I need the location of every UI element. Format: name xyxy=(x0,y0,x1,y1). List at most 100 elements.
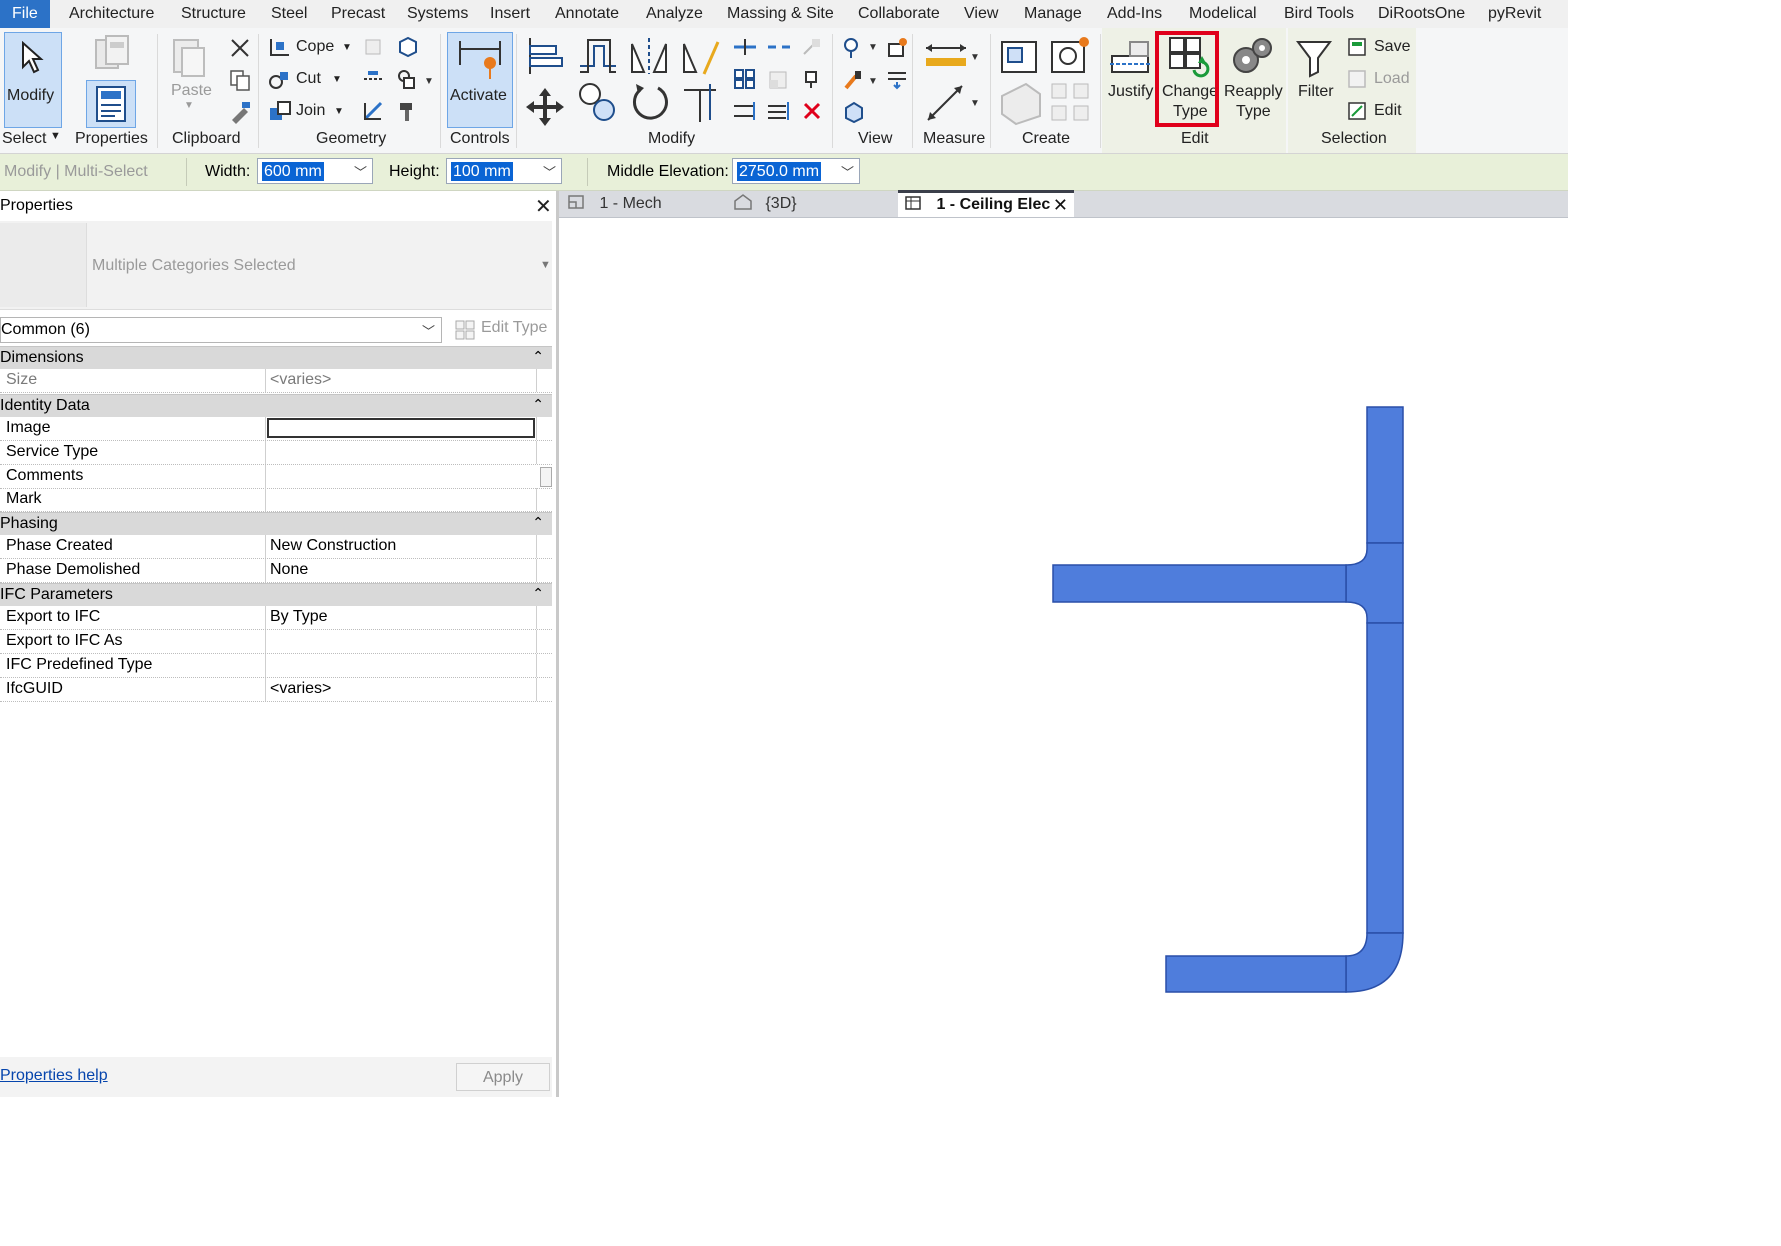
collapse-icon[interactable]: ⌃ xyxy=(532,514,544,531)
duct-segment[interactable] xyxy=(1165,955,1347,993)
property-row[interactable]: Comments xyxy=(0,465,552,489)
offset-icon[interactable] xyxy=(576,36,618,76)
paint-icon[interactable] xyxy=(396,36,418,58)
reapply-type-label-1[interactable]: Reapply xyxy=(1224,83,1283,101)
chevron-down-icon[interactable]: ﹀ xyxy=(354,162,367,181)
property-row[interactable]: Size <varies> xyxy=(0,369,552,393)
trim-corner-icon[interactable] xyxy=(732,100,758,122)
cut-chevron-icon[interactable]: ▼ xyxy=(332,74,342,85)
select-chevron-icon[interactable]: ▼ xyxy=(50,130,61,142)
select-dropdown[interactable]: Select xyxy=(2,130,46,148)
drawing-canvas[interactable] xyxy=(559,218,1568,1097)
group-phasing[interactable]: Phasing ⌃ xyxy=(0,512,552,535)
duct-segment[interactable] xyxy=(1366,622,1404,934)
paste-button[interactable]: Paste xyxy=(171,82,212,100)
width-field[interactable]: 600 mm ﹀ xyxy=(257,158,373,184)
hide-element-icon[interactable]: ▼ xyxy=(842,36,878,60)
duct-tee-fitting[interactable] xyxy=(1345,542,1404,624)
chevron-down-icon[interactable]: ﹀ xyxy=(543,162,556,181)
ellipsis-button[interactable] xyxy=(540,467,552,487)
reapply-type-label-2[interactable]: Type xyxy=(1236,103,1271,121)
menu-precast[interactable]: Precast xyxy=(331,0,385,28)
chevron-down-icon[interactable]: ﹀ xyxy=(841,162,854,181)
menu-modelical[interactable]: Modelical xyxy=(1189,0,1257,28)
menu-annotate[interactable]: Annotate xyxy=(555,0,619,28)
justify-button[interactable]: Justify xyxy=(1108,83,1153,101)
menu-collaborate[interactable]: Collaborate xyxy=(858,0,940,28)
property-row[interactable]: Export to IFC By Type xyxy=(0,606,552,630)
move-icon[interactable] xyxy=(524,86,566,128)
image-input[interactable] xyxy=(267,418,535,438)
property-row[interactable]: Phase Demolished None xyxy=(0,559,552,583)
menu-view[interactable]: View xyxy=(964,0,998,28)
menu-steel[interactable]: Steel xyxy=(271,0,307,28)
menu-structure[interactable]: Structure xyxy=(181,0,246,28)
measure-between-icon[interactable]: ▼ xyxy=(922,36,978,76)
property-row[interactable]: Mark xyxy=(0,488,552,512)
property-row[interactable]: IfcGUID <varies> xyxy=(0,678,552,702)
middle-elevation-field[interactable]: 2750.0 mm ﹀ xyxy=(732,158,860,184)
wall-joins-icon[interactable] xyxy=(362,36,384,58)
collapse-icon[interactable]: ⌃ xyxy=(532,396,544,413)
tab-1-mech[interactable]: 1 - Mech xyxy=(567,191,662,217)
pin-icon[interactable] xyxy=(800,68,826,90)
modify-button[interactable]: Modify xyxy=(4,32,62,128)
load-selection-button[interactable]: Load xyxy=(1374,70,1410,88)
instance-filter-select[interactable]: Common (6) ﹀ xyxy=(0,317,442,343)
save-selection-button[interactable]: Save xyxy=(1374,38,1410,56)
trim-multiple-icon[interactable] xyxy=(766,100,792,122)
property-row[interactable]: Export to IFC As xyxy=(0,630,552,654)
group-identity-data[interactable]: Identity Data ⌃ xyxy=(0,394,552,417)
reapply-type-icon[interactable] xyxy=(1228,34,1276,78)
activate-button[interactable]: Activate xyxy=(447,32,513,128)
tab-1-ceiling-elec[interactable]: 1 - Ceiling Elec ✕ xyxy=(898,190,1074,217)
duct-segment[interactable] xyxy=(1366,406,1404,544)
filter-icon[interactable] xyxy=(1294,38,1334,78)
menu-insert[interactable]: Insert xyxy=(490,0,530,28)
copy-element-icon[interactable] xyxy=(576,80,618,126)
create-parts-icon[interactable] xyxy=(1048,34,1092,76)
rotate-icon[interactable] xyxy=(628,80,670,126)
group-ifc-parameters[interactable]: IFC Parameters ⌃ xyxy=(0,583,552,606)
trim-extend-icon[interactable] xyxy=(680,80,722,126)
chevron-down-icon[interactable]: ▼ xyxy=(540,259,551,271)
duct-elbow-fitting[interactable] xyxy=(1345,932,1404,993)
menu-massing-site[interactable]: Massing & Site xyxy=(727,0,834,28)
linework-brush-icon[interactable]: ▼ xyxy=(842,68,878,92)
paste-chevron-icon[interactable]: ▼ xyxy=(184,100,194,111)
edit-type-button[interactable]: Edit Type xyxy=(481,319,547,337)
split-element-icon[interactable] xyxy=(732,36,758,58)
menu-architecture[interactable]: Architecture xyxy=(69,0,154,28)
unpin-icon[interactable] xyxy=(800,36,826,58)
aligned-dimension-icon[interactable]: ▼ xyxy=(922,80,978,126)
array-icon[interactable] xyxy=(732,68,758,90)
edit-selection-button[interactable]: Edit xyxy=(1374,102,1402,120)
apply-button[interactable]: Apply xyxy=(456,1063,550,1091)
wall-sweep-icon[interactable] xyxy=(362,100,384,122)
mirror-draw-axis-icon[interactable] xyxy=(680,36,722,76)
create-similar-icon[interactable] xyxy=(1048,80,1092,126)
scissors-icon[interactable] xyxy=(228,36,252,60)
menu-file[interactable]: File xyxy=(0,0,50,28)
properties-help-link[interactable]: Properties help xyxy=(0,1067,108,1085)
property-row[interactable]: Service Type xyxy=(0,441,552,465)
hammer-icon[interactable] xyxy=(396,100,418,122)
menu-add-ins[interactable]: Add-Ins xyxy=(1107,0,1162,28)
copy-icon[interactable] xyxy=(228,68,252,92)
property-row[interactable]: Image xyxy=(0,417,552,441)
mirror-pick-axis-icon[interactable] xyxy=(628,36,670,76)
close-icon[interactable]: ✕ xyxy=(535,194,552,219)
menu-manage[interactable]: Manage xyxy=(1024,0,1082,28)
property-row[interactable]: Phase Created New Construction xyxy=(0,535,552,559)
cut-button[interactable]: Cut xyxy=(296,70,321,88)
duct-segment[interactable] xyxy=(1052,564,1347,603)
collapse-icon[interactable]: ⌃ xyxy=(532,348,544,365)
split-with-gap-icon[interactable] xyxy=(766,36,792,58)
join-chevron-icon[interactable]: ▼ xyxy=(334,106,344,117)
justify-icon[interactable] xyxy=(1108,38,1154,78)
join-button[interactable]: Join xyxy=(296,102,325,120)
scale-icon[interactable] xyxy=(766,68,792,90)
split-face-icon[interactable] xyxy=(362,68,384,90)
menu-analyze[interactable]: Analyze xyxy=(646,0,703,28)
view-cube-icon[interactable] xyxy=(842,100,866,124)
